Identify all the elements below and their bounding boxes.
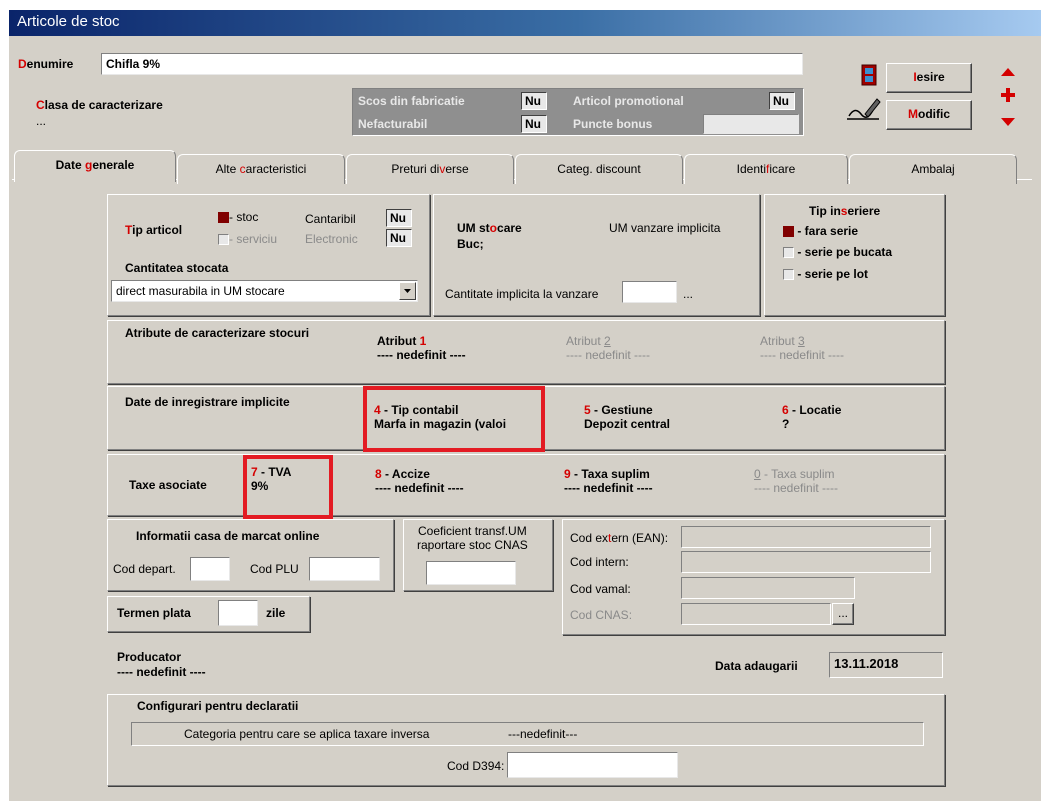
producator-value[interactable]: ---- nedefinit ----: [117, 665, 206, 679]
taxa-suplim-0[interactable]: 0 - Taxa suplim ---- nedefinit ----: [754, 467, 838, 495]
denumire-input[interactable]: Chifla 9%: [101, 53, 803, 75]
modific-button[interactable]: Modific: [886, 100, 972, 130]
um-vanzare-label: UM vanzare implicita: [609, 221, 721, 235]
categoria-value: ---nedefinit---: [508, 727, 578, 741]
tab-ambalaj[interactable]: Ambalaj: [849, 154, 1017, 184]
clasa-value: ...: [36, 114, 47, 128]
tab-date-generale[interactable]: Date generale: [14, 150, 176, 182]
taxa-suplim-9[interactable]: 9 - Taxa suplim ---- nedefinit ----: [564, 467, 653, 495]
termen-input[interactable]: [218, 600, 258, 626]
nefacturabil-value[interactable]: Nu: [521, 115, 547, 133]
arrow-up-icon[interactable]: [1000, 66, 1016, 80]
bonus-label: Puncte bonus: [573, 117, 653, 131]
cod-vamal-input[interactable]: [681, 577, 855, 599]
declaratii-title: Configurari pentru declaratii: [137, 699, 299, 713]
cantaribil-value[interactable]: Nu: [386, 209, 412, 227]
clasa-label: Clasa de caracterizare: [36, 98, 163, 112]
cod-depart-input[interactable]: [190, 557, 230, 581]
cant-impl-label: Cantitate implicita la vanzare: [445, 287, 599, 301]
highlight-tva: [243, 455, 333, 519]
electronic-label: Electronic: [305, 232, 358, 246]
serie-bucata-option[interactable]: - serie pe bucata: [783, 245, 892, 259]
tip-articol-label: Tip articol: [125, 223, 183, 237]
scos-value[interactable]: Nu: [521, 92, 547, 110]
serviciu-option[interactable]: - serviciu: [218, 232, 277, 246]
promo-value[interactable]: Nu: [769, 92, 795, 110]
categoria-label: Categoria pentru care se aplica taxare i…: [184, 727, 430, 741]
cantitatea-label: Cantitatea stocata: [125, 261, 229, 275]
arrow-down-icon[interactable]: [1000, 116, 1016, 130]
serie-lot-option[interactable]: - serie pe lot: [783, 267, 868, 281]
nefacturabil-label: Nefacturabil: [358, 117, 428, 131]
cod-cnas-dots-button[interactable]: ...: [832, 603, 854, 625]
cod-d394-label: Cod D394:: [447, 759, 505, 773]
casa-title: Informatii casa de marcat online: [136, 529, 320, 543]
fara-serie-checkbox[interactable]: [783, 226, 794, 238]
scos-label: Scos din fabricatie: [358, 94, 465, 108]
termen-unit: zile: [266, 606, 286, 620]
atribut-1[interactable]: Atribut 1 ---- nedefinit ----: [377, 334, 466, 362]
edit-pen-icon[interactable]: [845, 96, 881, 122]
cod-depart-label: Cod depart.: [113, 562, 176, 576]
taxe-label: Taxe asociate: [129, 478, 207, 492]
serie-lot-checkbox[interactable]: [783, 269, 794, 281]
highlight-tip-contabil: [363, 386, 545, 452]
cod-cnas-label: Cod CNAS:: [570, 608, 633, 622]
denumire-label: Denumire: [18, 57, 74, 71]
bonus-input[interactable]: [703, 114, 799, 134]
um-stocare-label: UM stocare: [457, 221, 522, 235]
date-inregistrare-label: Date de inregistrare implicite: [125, 395, 290, 409]
cod-extern-input[interactable]: [681, 526, 931, 548]
data-adaugarii-label: Data adaugarii: [715, 659, 798, 673]
producator-label: Producator: [117, 650, 182, 664]
tab-preturi-diverse[interactable]: Preturi diverse: [346, 154, 514, 184]
cod-intern-input[interactable]: [681, 551, 931, 573]
exit-door-icon[interactable]: [861, 64, 877, 86]
title-bar: Articole de stoc: [9, 10, 1041, 36]
um-stocare-value: Buc;: [457, 237, 484, 251]
locatie[interactable]: 6 - Locatie ?: [782, 403, 841, 431]
serviciu-checkbox[interactable]: [218, 234, 229, 246]
cod-extern-label: Cod extern (EAN):: [570, 531, 669, 545]
cod-cnas-input[interactable]: [681, 603, 831, 625]
cantaribil-label: Cantaribil: [305, 212, 356, 226]
cod-d394-input[interactable]: [507, 752, 678, 778]
atribut-3[interactable]: Atribut 3 ---- nedefinit ----: [760, 334, 844, 362]
stoc-option[interactable]: - stoc: [218, 210, 258, 224]
cant-impl-dots[interactable]: ...: [683, 287, 693, 301]
fara-serie-option[interactable]: - fara serie: [783, 224, 858, 238]
tab-categ-discount[interactable]: Categ. discount: [515, 154, 683, 184]
promo-label: Articol promotional: [573, 94, 684, 108]
data-adaugarii-value: 13.11.2018: [829, 652, 943, 678]
cod-plu-label: Cod PLU: [250, 562, 299, 576]
gestiune[interactable]: 5 - Gestiune Depozit central: [584, 403, 670, 431]
cod-intern-label: Cod intern:: [570, 555, 629, 569]
atribut-2[interactable]: Atribut 2 ---- nedefinit ----: [566, 334, 650, 362]
stoc-checkbox[interactable]: [218, 212, 229, 224]
iesire-button[interactable]: Iesire: [886, 63, 972, 93]
plus-icon[interactable]: [1001, 88, 1015, 105]
coef-label-2: raportare stoc CNAS: [417, 538, 528, 552]
tip-inseriere-title: Tip inseriere: [809, 204, 881, 218]
coef-label-1: Coeficient transf.UM: [418, 524, 527, 538]
cod-plu-input[interactable]: [309, 557, 380, 581]
categoria-field[interactable]: Categoria pentru care se aplica taxare i…: [131, 722, 924, 746]
cantitatea-select[interactable]: direct masurabila in UM stocare: [111, 280, 418, 302]
tab-alte-caracteristici[interactable]: Alte caracteristici: [177, 154, 345, 184]
atribute-label: Atribute de caracterizare stocuri: [125, 326, 310, 340]
coef-input[interactable]: [426, 561, 516, 585]
serie-bucata-checkbox[interactable]: [783, 247, 794, 259]
cod-vamal-label: Cod vamal:: [570, 582, 631, 596]
tab-identificare[interactable]: Identificare: [684, 154, 848, 184]
electronic-value[interactable]: Nu: [386, 229, 412, 247]
chevron-down-icon[interactable]: [399, 282, 416, 300]
termen-label: Termen plata: [117, 606, 191, 620]
cant-impl-input[interactable]: [622, 281, 677, 303]
window-title: Articole de stoc: [17, 13, 120, 30]
accize[interactable]: 8 - Accize ---- nedefinit ----: [375, 467, 464, 495]
